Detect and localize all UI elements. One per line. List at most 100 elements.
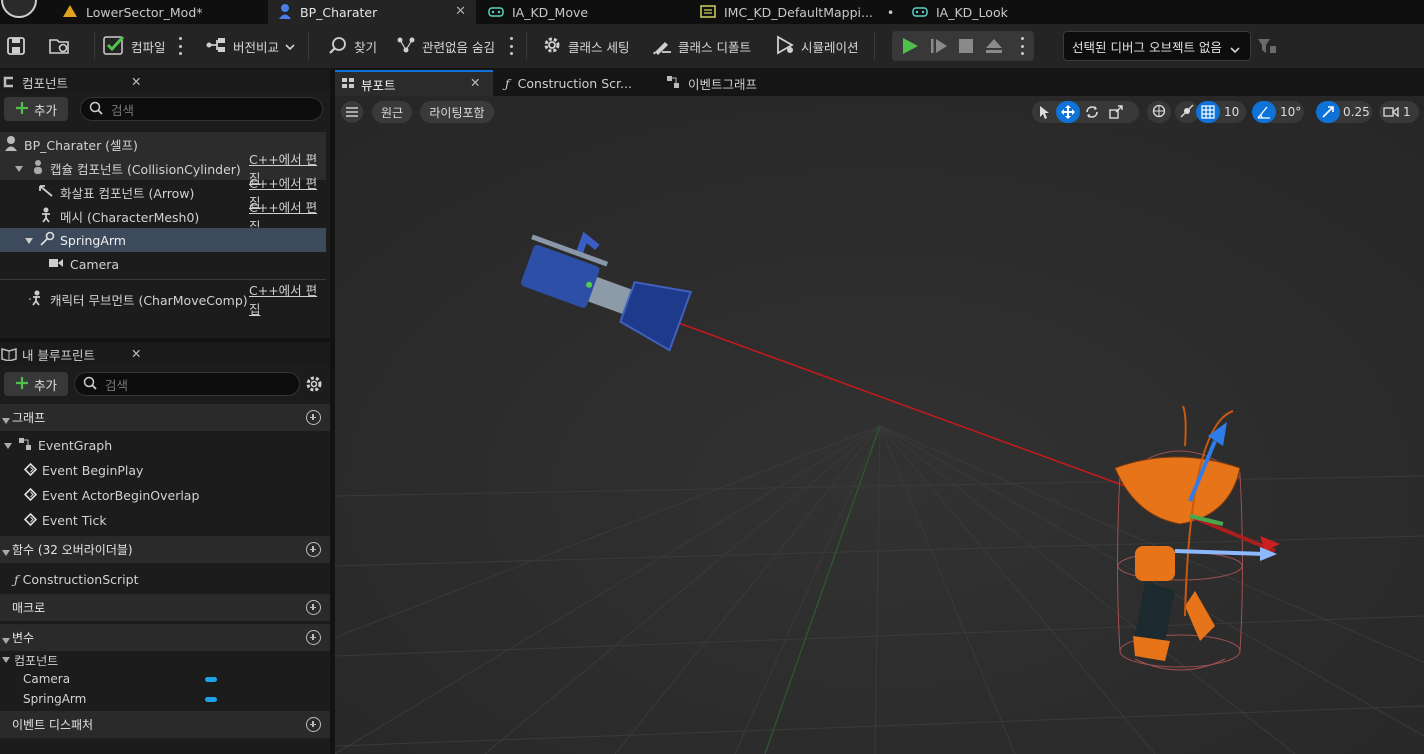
component-row-charmove[interactable]: 캐릭터 무브먼트 (CharMoveComp) C++에서 편집 [0,283,326,317]
component-row-springarm[interactable]: SpringArm [0,228,326,252]
chevron-down-icon [285,39,295,54]
select-mode-icon[interactable] [1032,101,1056,123]
chevron-down-icon [1230,42,1240,57]
add-function-icon[interactable] [306,542,321,557]
level-icon [62,4,78,21]
coordinate-space-button[interactable] [1147,101,1171,123]
event-dispatchers-section[interactable]: 이벤트 디스패처 [0,711,330,738]
item-label: Camera [23,672,71,686]
class-settings-button[interactable]: 클래스 세팅 [542,24,629,68]
input-action-icon [912,4,928,21]
compile-button[interactable]: 컴파일 [103,24,166,68]
add-variable-icon[interactable] [306,630,321,645]
save-icon[interactable] [6,36,26,59]
components-search-input[interactable]: 검색 [80,97,323,121]
scale-snap-control[interactable]: 0.25 [1316,101,1372,123]
viewport-menu-button[interactable] [341,101,363,123]
variable-category[interactable]: 컴포넌트 [0,650,58,670]
perspective-button[interactable]: 원근 [372,101,412,123]
grid-snap-control[interactable]: 10 [1196,101,1246,123]
tab-label: IA_KD_Move [512,4,589,20]
close-tab-icon[interactable]: ✕ [455,4,466,19]
event-item[interactable]: Event Tick [0,508,107,533]
edit-in-cpp-link[interactable]: C++에서 편집 [249,280,326,318]
play-options-icon[interactable] [1020,37,1024,55]
tab-viewport[interactable]: 뷰포트 ✕ [335,70,493,96]
tab-ia-kd-look[interactable]: IA_KD_Look [902,0,1102,24]
tab-bp-charater[interactable]: BP_Charater ✕ [268,0,476,24]
variables-section[interactable]: 변수 [0,624,330,651]
tab-construction-script[interactable]: ƒ Construction Scr... [499,70,649,96]
event-graph-item[interactable]: EventGraph [0,433,112,458]
settings-gear-icon[interactable] [305,375,323,396]
blueprint-search-input[interactable]: 검색 [74,372,300,396]
frame-skip-icon[interactable] [930,37,948,58]
translate-mode-icon[interactable] [1056,101,1080,123]
stop-icon[interactable] [958,38,974,57]
rotation-snap-control[interactable]: 10° [1252,101,1304,123]
hide-options-icon[interactable] [509,37,513,55]
variable-type-pill [205,697,217,702]
divider [94,32,95,60]
add-graph-icon[interactable] [306,410,321,425]
scale-mode-icon[interactable] [1104,101,1128,123]
close-panel-icon[interactable]: ✕ [131,346,141,361]
rotation-snap-value: 10° [1280,105,1302,119]
viewport-icon [341,77,355,92]
variable-item[interactable]: SpringArm [0,689,330,709]
graph-section[interactable]: 그래프 [0,404,330,431]
functions-section[interactable]: 함수 (32 오버라이더블) [0,536,330,563]
eject-icon[interactable] [985,37,1003,58]
event-item[interactable]: Event ActorBeginOverlap [0,483,199,508]
diff-button[interactable]: 버전비교 [205,24,295,68]
tab-ia-kd-move[interactable]: IA_KD_Move [478,0,688,24]
function-item[interactable]: ƒ ConstructionScript [0,567,139,592]
section-label: 매크로 [12,601,46,615]
grid-snap-value: 10 [1224,105,1240,119]
surface-snap-icon [1180,104,1194,121]
tab-label: IMC_KD_DefaultMappi... [724,4,873,20]
variable-item[interactable]: Camera [0,669,330,689]
item-label: EventGraph [38,438,113,453]
main-toolbar: 컴파일 버전비교 찾기 관련없음 숨김 클래스 세팅 클래스 디폴트 시뮬레이션… [0,24,1424,68]
class-defaults-button[interactable]: 클래스 디폴트 [652,24,751,68]
close-panel-icon[interactable]: ✕ [131,74,141,89]
variable-type-pill [205,677,217,682]
browse-icon[interactable] [48,36,72,59]
expand-arrow-icon[interactable] [14,161,24,176]
tab-event-graph[interactable]: 이벤트그래프 [660,70,810,96]
unreal-logo-icon[interactable] [0,0,38,20]
add-macro-icon[interactable] [306,600,321,615]
compile-options-icon[interactable] [178,37,182,55]
hide-unrelated-button[interactable]: 관련없음 숨김 [396,24,495,68]
rotate-mode-icon[interactable] [1080,101,1104,123]
close-tab-icon[interactable]: ✕ [470,75,480,90]
lighting-mode-button[interactable]: 라이팅포함 [420,101,494,123]
debug-filter-icon[interactable] [1257,37,1277,58]
macros-section[interactable]: 매크로 [0,594,330,621]
play-icon[interactable] [901,37,919,58]
item-label: Event Tick [42,513,107,528]
simulation-button[interactable]: 시뮬레이션 [775,24,859,68]
viewport[interactable]: 원근 라이팅포함 10 10° 0.25 1 [335,96,1424,754]
components-panel-title: 컴포넌트 [22,75,69,91]
component-row-camera[interactable]: Camera [0,252,326,276]
expand-arrow-icon[interactable] [24,233,34,248]
divider [308,32,309,60]
tab-imc-kd-default[interactable]: IMC_KD_DefaultMappi... • [690,0,898,24]
component-row-mesh[interactable]: 메시 (CharacterMesh0) C++에서 편집 [0,200,326,234]
add-member-button[interactable]: 추가 [4,372,68,396]
tab-lowersector[interactable]: LowerSector_Mod* [52,0,262,24]
camera-speed-control[interactable]: 1 [1379,101,1419,123]
input-action-icon [488,4,504,21]
component-label: Camera [70,256,120,272]
debug-object-select[interactable]: 선택된 디버그 오브젝트 없음 [1063,31,1251,61]
add-component-button[interactable]: 추가 [4,97,68,121]
divider [526,32,527,60]
class-defaults-label: 클래스 디폴트 [678,39,751,55]
find-button[interactable]: 찾기 [328,24,377,68]
simulation-icon [775,34,795,58]
event-item[interactable]: Event BeginPlay [0,458,143,483]
add-dispatcher-icon[interactable] [306,717,321,732]
hide-unrelated-label: 관련없음 숨김 [422,39,495,55]
